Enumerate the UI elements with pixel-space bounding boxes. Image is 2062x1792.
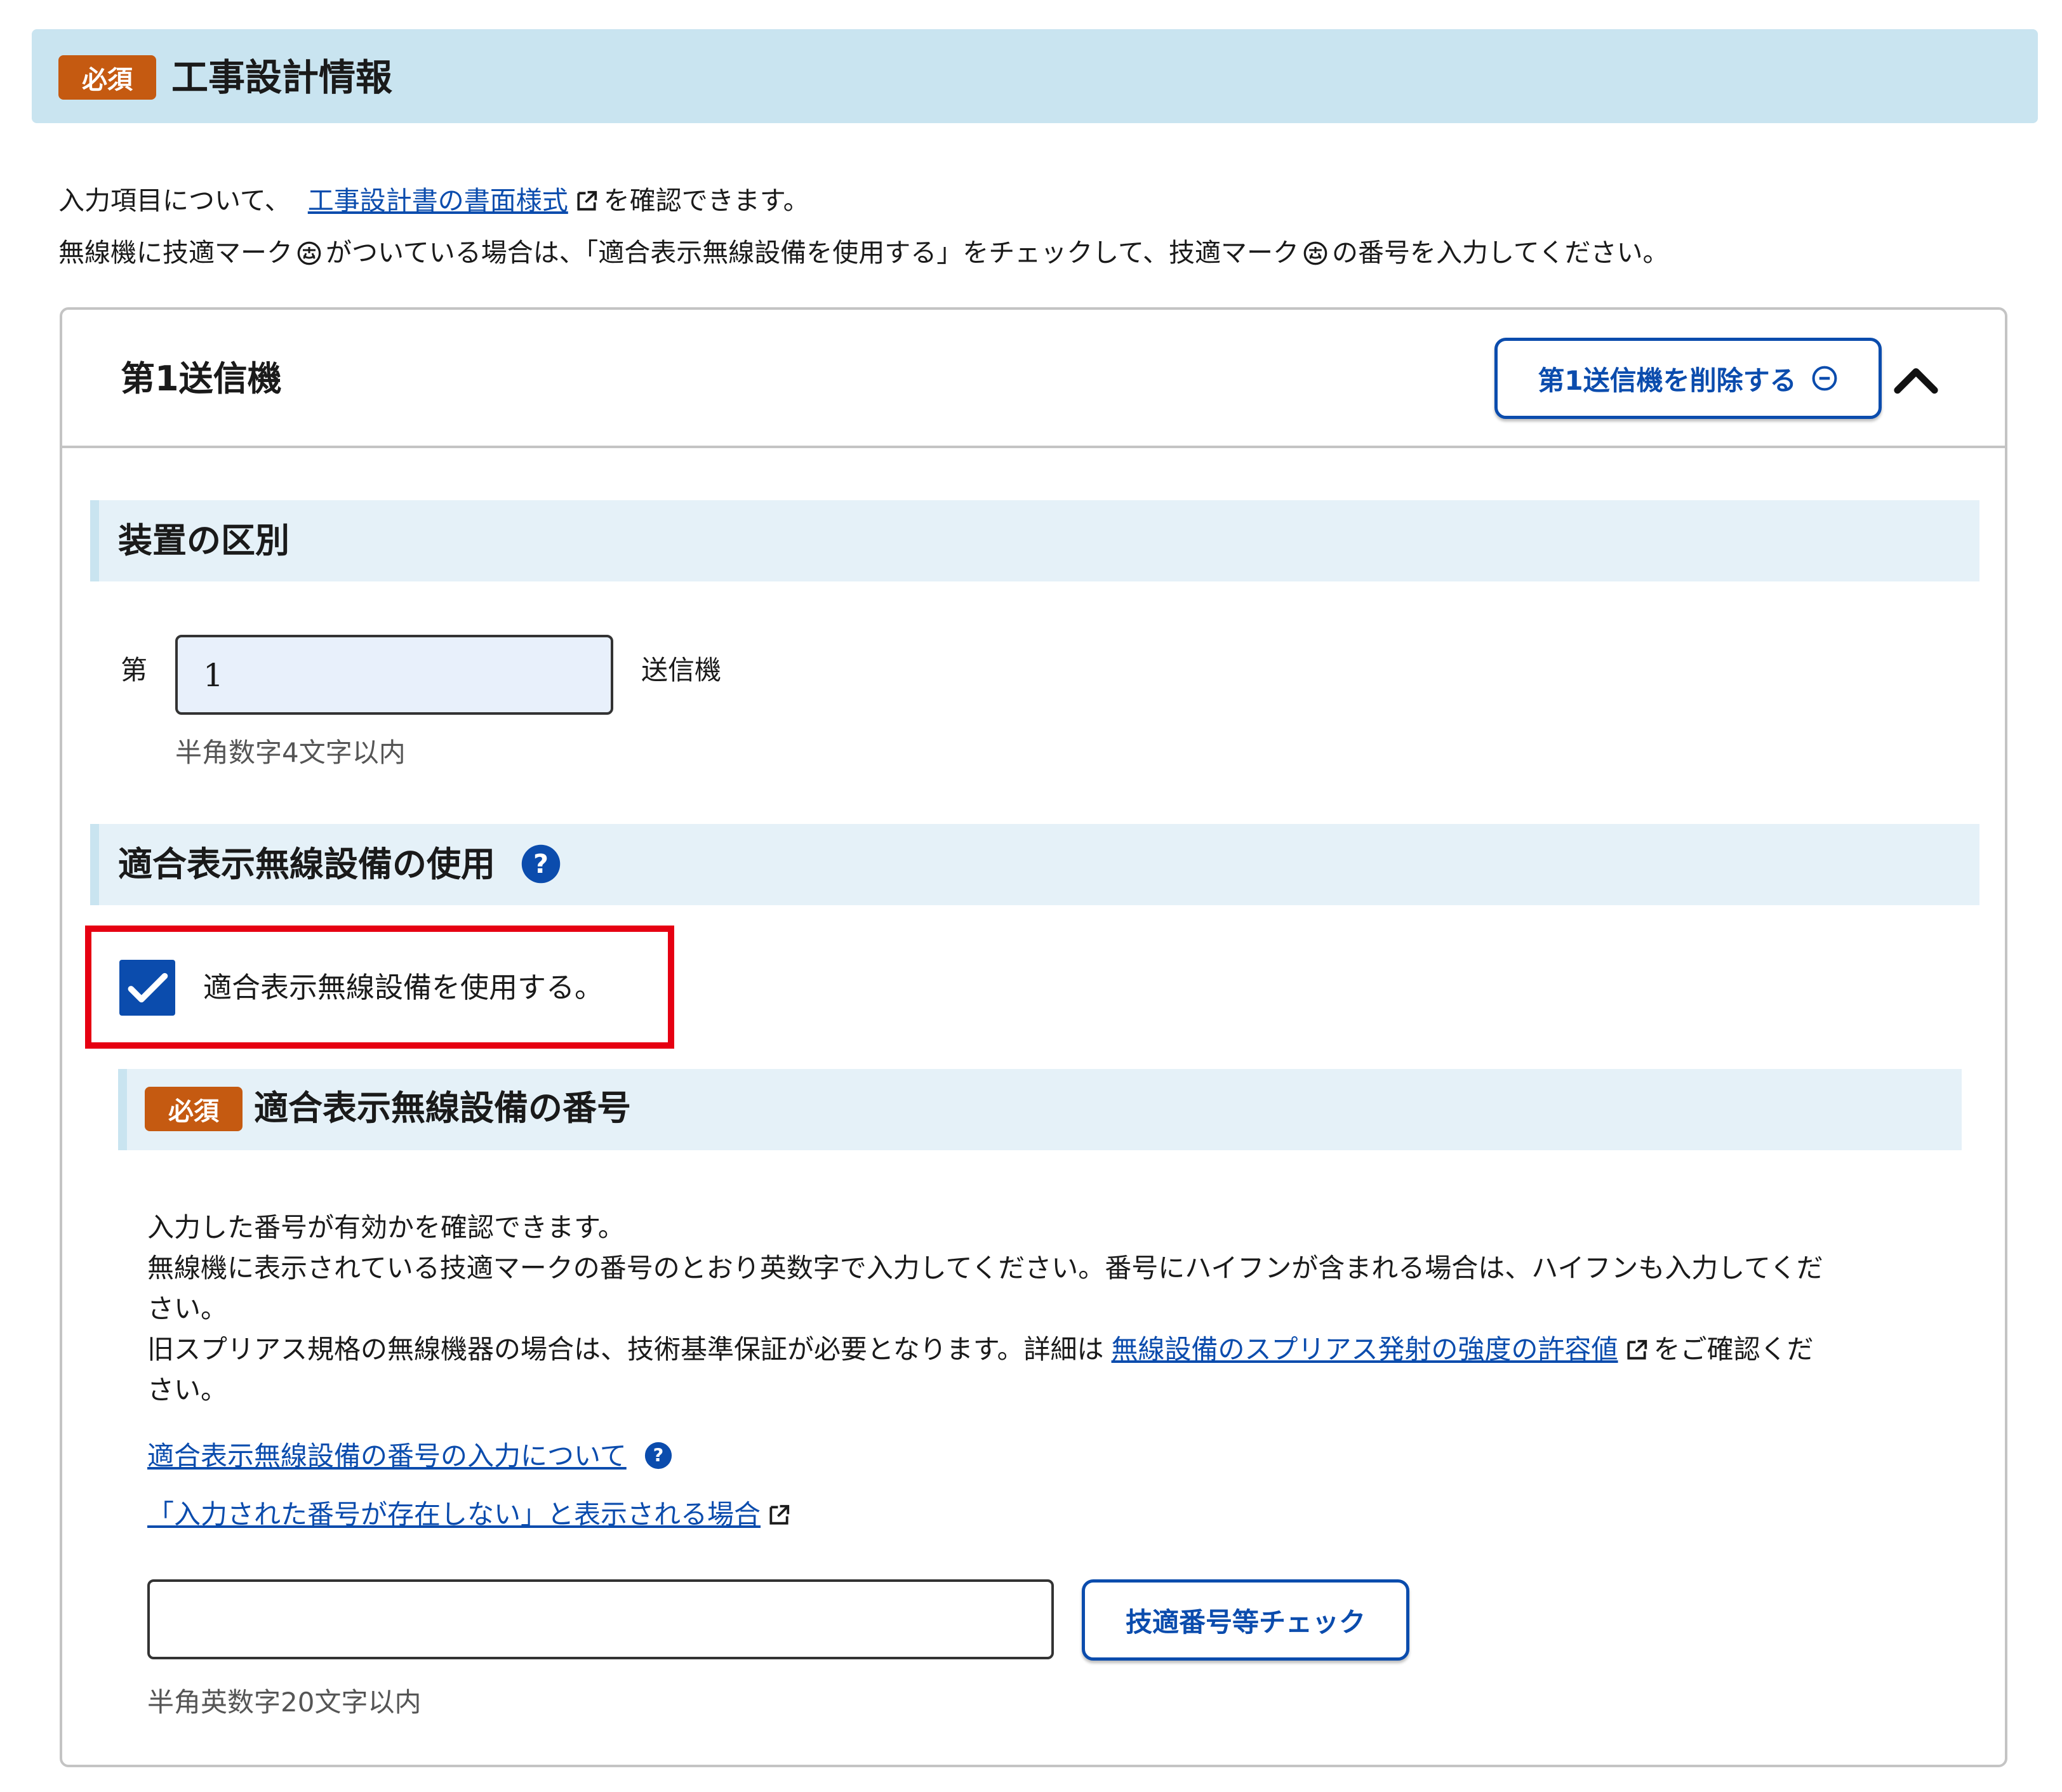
checkmark-icon [128, 972, 168, 1003]
device-suffix: 送信機 [641, 654, 722, 686]
description-line: さい。 [147, 1374, 228, 1405]
intro-line-1: 入力項目について、 工事設計書の書面様式 を確認できます。 [58, 182, 809, 220]
device-number-hint: 半角数字4文字以内 [175, 737, 406, 768]
number-section-heading: 適合表示無線設備の番号 [254, 1088, 631, 1128]
input-guide-link[interactable]: 適合表示無線設備の番号の入力について [147, 1440, 627, 1471]
intro-text: の番号を入力してください。 [1332, 237, 1669, 268]
compliance-heading-text: 適合表示無線設備の使用 [118, 844, 495, 884]
device-section-heading: 装置の区別 [118, 521, 289, 561]
external-link-icon [577, 190, 597, 211]
document-format-link[interactable]: 工事設計書の書面様式 [308, 185, 568, 216]
section-title: 工事設計情報 [171, 56, 393, 99]
input-guide-link-row: 適合表示無線設備の番号の入力について ? [147, 1437, 673, 1475]
svg-text:?: ? [653, 1445, 664, 1466]
intro-text-suffix: を確認できます。 [603, 185, 809, 216]
compliance-section-heading: 適合表示無線設備の使用 ? [118, 842, 562, 887]
external-link-icon [1626, 1339, 1647, 1360]
giteki-mark-icon [1303, 241, 1327, 265]
transmitter-title: 第1送信機 [121, 359, 282, 399]
description-text: 旧スプリアス規格の無線機器の場合は、技術基準保証が必要となります。詳細は [147, 1334, 1104, 1365]
required-badge: 必須 [145, 1087, 243, 1131]
svg-text:?: ? [533, 849, 549, 879]
use-compliant-equipment-checkbox[interactable] [119, 960, 175, 1016]
checkbox-label[interactable]: 適合表示無線設備を使用する。 [203, 970, 603, 1006]
help-icon[interactable]: ? [644, 1441, 673, 1470]
description-line: 入力した番号が有効かを確認できます。 [147, 1212, 625, 1243]
intro-text: 入力項目について、 [58, 185, 291, 216]
device-prefix: 第 [121, 654, 148, 686]
intro-text: がついている場合は、「適合表示無線設備を使用する」をチェックして、技適マーク [326, 237, 1299, 268]
minus-circle-icon [1812, 366, 1837, 391]
required-badge: 必須 [58, 55, 156, 100]
check-number-button[interactable]: 技適番号等チェック [1082, 1579, 1409, 1661]
device-section-header: 装置の区別 [90, 500, 1979, 581]
section-banner: 必須 工事設計情報 [32, 29, 2038, 123]
giteki-mark-icon [297, 241, 321, 265]
delete-button-label: 第1送信機を削除する [1538, 364, 1797, 396]
chevron-up-icon[interactable] [1884, 348, 1948, 411]
not-exist-link-row: 「入力された番号が存在しない」と表示される場合 [147, 1496, 796, 1534]
external-link-icon [769, 1504, 790, 1525]
intro-line-2: 無線機に技適マーク がついている場合は、「適合表示無線設備を使用する」をチェックし… [58, 234, 1669, 272]
description-line: 無線機に表示されている技適マークの番号のとおり英数字で入力してください。番号にハ… [147, 1252, 1823, 1284]
help-icon[interactable]: ? [520, 843, 562, 885]
number-not-exist-link[interactable]: 「入力された番号が存在しない」と表示される場合 [147, 1499, 761, 1530]
transmitter-number-input[interactable]: 1 [175, 635, 613, 715]
delete-transmitter-button[interactable]: 第1送信機を削除する [1494, 338, 1882, 419]
compliance-number-input[interactable] [147, 1579, 1054, 1659]
number-section-header: 必須 適合表示無線設備の番号 [118, 1069, 1962, 1150]
compliance-section-header: 適合表示無線設備の使用 ? [90, 824, 1979, 905]
transmitter-card: 第1送信機 第1送信機を削除する 装置の区別 第 1 送信機 半角数字4文字以内… [60, 307, 2007, 1767]
description-line: 旧スプリアス規格の無線機器の場合は、技術基準保証が必要となります。詳細は 無線設備… [147, 1329, 1814, 1370]
spurious-emission-link[interactable]: 無線設備のスプリアス発射の強度の許容値 [1112, 1334, 1618, 1365]
description-text: をご確認くだ [1653, 1334, 1814, 1365]
intro-text: 無線機に技適マーク [58, 237, 293, 268]
description-line: さい。 [147, 1293, 228, 1324]
card-header: 第1送信機 第1送信機を削除する [62, 310, 2005, 448]
number-hint: 半角英数字20文字以内 [147, 1687, 422, 1718]
